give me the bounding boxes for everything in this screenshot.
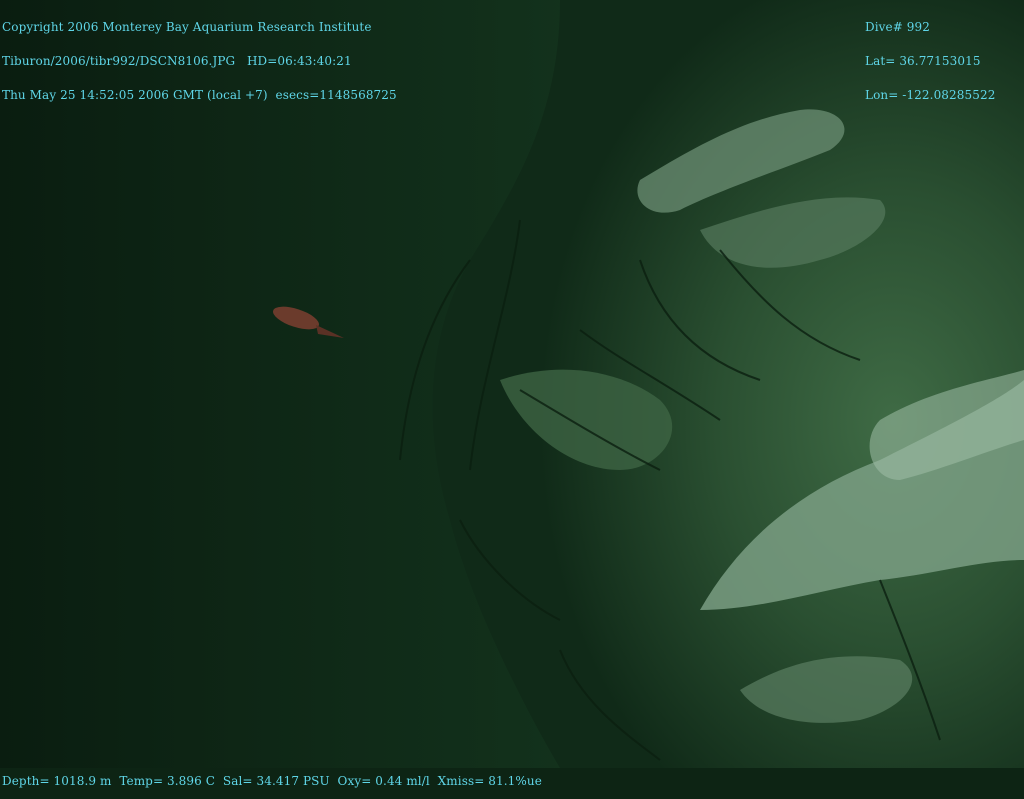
latitude: Lat= 36.77153015	[865, 54, 981, 68]
overlay-header-left: Copyright 2006 Monterey Bay Aquarium Res…	[2, 0, 397, 113]
dive-number: Dive# 992	[865, 20, 931, 34]
overlay-footer: Depth= 1018.9 m Temp= 3.896 C Sal= 34.41…	[2, 754, 542, 799]
copyright-line: Copyright 2006 Monterey Bay Aquarium Res…	[2, 20, 372, 34]
seafloor-scene	[0, 0, 1024, 768]
overlay-header-right: Dive# 992 Lat= 36.77153015 Lon= -122.082…	[865, 0, 995, 113]
sensor-readout: Depth= 1018.9 m Temp= 3.896 C Sal= 34.41…	[2, 774, 542, 788]
longitude: Lon= -122.08285522	[865, 88, 996, 102]
file-line: Tiburon/2006/tibr992/DSCN8106.JPG HD=06:…	[2, 54, 352, 68]
timestamp-line: Thu May 25 14:52:05 2006 GMT (local +7) …	[2, 88, 397, 102]
